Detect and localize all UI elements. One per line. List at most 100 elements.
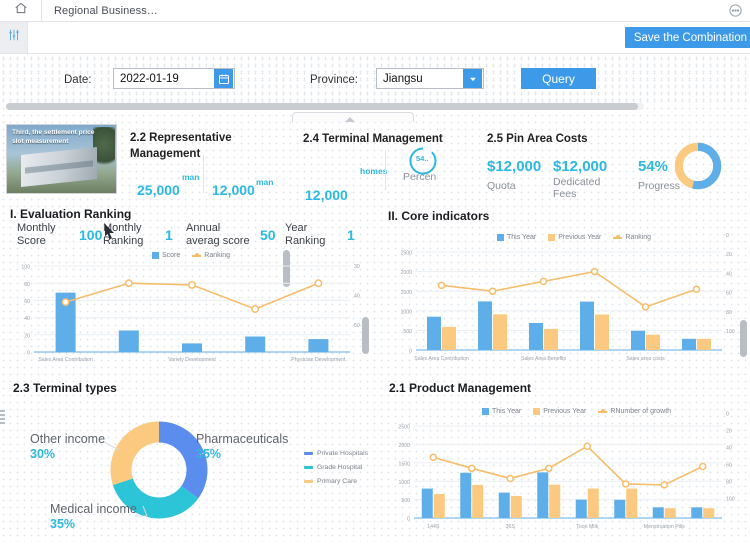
- chart-plot: 0 500 1000 1500 2000 2500 0 20 40 60 80 100 144S 36S T…: [398, 412, 735, 530]
- more-options-button[interactable]: [728, 3, 743, 23]
- svg-text:100: 100: [21, 265, 30, 271]
- legend-item[interactable]: RNumber of growth: [598, 408, 671, 415]
- kpi-title-pin-area-costs: 2.5 Pin Area Costs: [487, 133, 588, 145]
- svg-text:40: 40: [726, 446, 732, 452]
- kpi-label-dedicated-fees: Dedicated Fees: [553, 176, 601, 201]
- svg-text:1000: 1000: [398, 480, 410, 486]
- calendar-icon[interactable]: [214, 69, 233, 88]
- donut-label-name: Medical income: [50, 502, 137, 516]
- legend-item[interactable]: Primary Care: [304, 478, 368, 485]
- kpi-title-terminal-management: 2.4 Terminal Management: [303, 133, 443, 145]
- legend-swatch: [548, 234, 556, 241]
- metric-value: 1: [165, 226, 173, 243]
- donut-label-value: 35%: [196, 447, 222, 461]
- province-label: Province:: [310, 74, 358, 86]
- svg-text:80: 80: [726, 310, 732, 316]
- terminal-types-donut-chart[interactable]: Private Hospitals Grade Hospital Primary C…: [4, 398, 376, 540]
- svg-text:1000: 1000: [400, 309, 412, 315]
- legend-swatch: [304, 466, 313, 469]
- chevron-down-icon[interactable]: [463, 69, 482, 88]
- svg-text:0: 0: [409, 349, 412, 355]
- section-title-evaluation-ranking: I. Evaluation Ranking: [10, 207, 132, 221]
- promo-image-card[interactable]: Third, the settlement price slot measure…: [6, 124, 117, 194]
- query-button[interactable]: Query: [521, 68, 596, 89]
- legend-swatch: [304, 480, 313, 483]
- svg-text:100: 100: [726, 496, 735, 502]
- gauge-value: 54..: [416, 154, 429, 163]
- svg-text:500: 500: [403, 329, 412, 335]
- svg-text:40: 40: [354, 293, 360, 299]
- chart-legend: Score Ranking: [152, 252, 230, 259]
- svg-text:20: 20: [726, 429, 732, 435]
- horizontal-scrollbar[interactable]: [6, 103, 644, 110]
- kpi-unit-rep-1: man: [182, 172, 200, 182]
- svg-text:0: 0: [726, 233, 729, 239]
- gauge-label: Percen: [403, 171, 437, 183]
- metric-value: 100: [79, 226, 103, 243]
- legend-item[interactable]: Score: [152, 252, 180, 259]
- kpi-title-rep-management: 2.2 Representative Management: [130, 132, 232, 160]
- metric-annual-average-score: Annual averag score 50: [186, 222, 276, 247]
- province-value[interactable]: Jiangsu: [377, 73, 463, 85]
- horizontal-scrollbar-thumb[interactable]: [6, 103, 638, 110]
- svg-text:Toon Milk: Toon Milk: [576, 524, 598, 530]
- section-title-core-indicators: II. Core indicators: [388, 209, 490, 223]
- save-combination-button[interactable]: Save the Combination: [624, 27, 750, 48]
- donut-label-value: 30%: [30, 447, 56, 461]
- donut-label-value: 35%: [50, 517, 76, 531]
- filter-settings-button[interactable]: [0, 22, 28, 53]
- legend-item[interactable]: This Year: [497, 234, 536, 241]
- legend-item[interactable]: Grade Hospital: [304, 464, 368, 471]
- donut-label-name: Pharmaceuticals: [196, 432, 289, 446]
- province-select[interactable]: Jiangsu: [376, 68, 484, 89]
- legend-item[interactable]: Ranking: [192, 252, 230, 259]
- kpi-value-quota: $12,000: [487, 158, 542, 175]
- legend-label: Grade Hospital: [317, 464, 363, 471]
- metric-year-ranking: Year Ranking 1: [285, 222, 355, 247]
- legend-label: RNumber of growth: [610, 408, 672, 415]
- progress-donut: [672, 140, 724, 192]
- svg-text:2000: 2000: [400, 270, 412, 276]
- svg-text:Variety Development: Variety Development: [168, 357, 216, 363]
- svg-text:60: 60: [24, 299, 30, 305]
- legend-swatch: [152, 252, 159, 259]
- legend-label: Score: [162, 252, 181, 259]
- evaluation-ranking-chart[interactable]: ScoreRanking 02040608010001020304050Sale…: [4, 175, 376, 372]
- filter-bar: Date: 2022-01-19 Province: Jiangsu Query: [0, 54, 750, 106]
- metric-label: Monthly Score: [17, 222, 56, 247]
- svg-text:50: 50: [354, 323, 360, 329]
- kpi-unit-terminal: homes: [360, 167, 387, 176]
- svg-text:2000: 2000: [398, 443, 410, 449]
- home-icon: [14, 1, 28, 20]
- donut-label-name: Other income: [30, 432, 106, 446]
- home-button[interactable]: [0, 0, 42, 22]
- section-title-terminal-types: 2.3 Terminal types: [13, 381, 117, 395]
- legend-label: Ranking: [625, 234, 652, 241]
- svg-text:80: 80: [24, 282, 30, 288]
- legend-item[interactable]: Previous Year: [533, 408, 586, 415]
- svg-text:0: 0: [27, 351, 30, 357]
- svg-text:0: 0: [407, 517, 410, 523]
- donut-label-medical-income: Medical income 35%: [50, 502, 170, 531]
- metric-value: 1: [347, 226, 355, 243]
- core-indicators-chart[interactable]: This Year Previous Year Ranking 0 500 1000 15…: [382, 232, 748, 372]
- svg-text:60: 60: [726, 291, 732, 297]
- legend-item[interactable]: Previous Year: [548, 234, 601, 241]
- legend-line-marker: [192, 253, 202, 257]
- chart-legend: This Year Previous Year RNumber of growth: [482, 408, 671, 415]
- chart-plot: 0 500 1000 1500 2000 2500 0 20 40 60 80 100 Sales Ar…: [400, 233, 734, 362]
- svg-text:Physician Development: Physician Development: [291, 357, 346, 363]
- page-title: Regional Business…: [54, 4, 158, 17]
- legend-swatch: [533, 408, 541, 415]
- product-management-chart[interactable]: This Year Previous Year RNumber of growth …: [382, 404, 748, 540]
- metric-label: Annual averag score: [186, 222, 250, 247]
- legend-item[interactable]: This Year: [482, 408, 521, 415]
- svg-text:60: 60: [726, 463, 732, 469]
- chart-legend: This Year Previous Year Ranking: [497, 234, 651, 241]
- svg-text:40: 40: [726, 271, 732, 277]
- svg-text:0: 0: [726, 412, 729, 418]
- date-input[interactable]: 2022-01-19: [113, 68, 235, 89]
- legend-item[interactable]: Ranking: [613, 234, 651, 241]
- date-value[interactable]: 2022-01-19: [114, 73, 214, 85]
- chart-plot: 02040608010001020304050Sales Area Contri…: [21, 175, 360, 363]
